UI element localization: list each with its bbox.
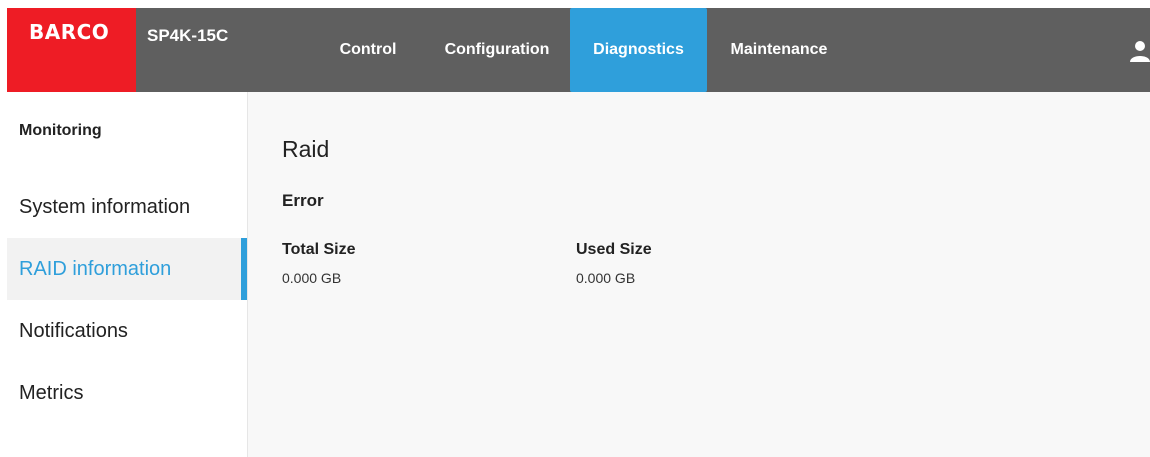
tab-maintenance[interactable]: Maintenance [715,8,843,92]
sidebar-item-system-information[interactable]: System information [7,176,247,238]
device-model: SP4K-15C [147,26,229,45]
sidebar: Monitoring System information RAID infor… [7,92,247,457]
total-size-label: Total Size [282,241,356,258]
barco-logo[interactable]: BARCO [7,8,136,92]
logo-text: BARCO [29,20,110,44]
raid-status: Error [282,191,324,210]
tab-diagnostics[interactable]: Diagnostics [570,8,707,92]
page-title: Raid [282,136,330,162]
tab-control[interactable]: Control [325,8,411,92]
tab-configuration[interactable]: Configuration [427,8,567,92]
used-size-value: 0.000 GB [576,270,636,286]
app-page: BARCO SP4K-15C Control Configuration Dia… [0,0,1150,457]
used-size-label: Used Size [576,241,652,258]
sidebar-item-metrics[interactable]: Metrics [7,362,247,424]
total-size-value: 0.000 GB [282,270,342,286]
sidebar-item-notifications[interactable]: Notifications [7,300,247,362]
top-header: BARCO SP4K-15C Control Configuration Dia… [7,8,1150,92]
sidebar-heading: Monitoring [19,122,102,139]
main-content: Raid Error Total Size 0.000 GB Used Size… [248,92,1150,457]
sidebar-item-raid-information[interactable]: RAID information [7,238,247,300]
user-icon[interactable] [1130,40,1150,62]
